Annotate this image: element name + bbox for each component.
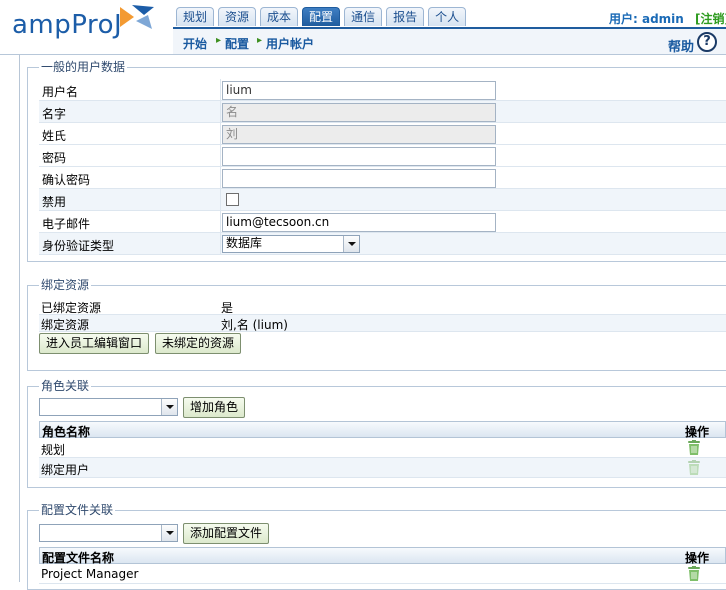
breadcrumb-start[interactable]: 开始 [183,35,207,52]
tab-configuration[interactable]: 配置 [302,7,341,26]
edit-employee-button[interactable]: 进入员工编辑窗口 [39,333,150,354]
tab-personal[interactable]: 个人 [428,7,467,26]
logout-link[interactable]: [注销] [695,10,726,27]
breadcrumb-separator-icon: ▸ [257,35,263,46]
tab-planning[interactable]: 规划 [176,7,215,26]
role-name-cell: 绑定用户 [41,463,90,477]
table-row: 绑定用户 [39,458,726,478]
email-field[interactable]: lium@tecsoon.cn [222,213,496,232]
bound-resource-legend: 绑定资源 [39,278,92,292]
form-row-email: 电子邮件 lium@tecsoon.cn [39,211,726,233]
username-label: 用户名 [42,85,79,99]
last-name-label: 姓氏 [42,129,67,143]
header-divider [0,54,726,55]
unbound-resources-button[interactable]: 未绑定的资源 [155,333,242,354]
add-profile-button[interactable]: 添加配置文件 [183,523,270,544]
profile-name-cell: Project Manager [41,567,139,581]
auth-type-label: 身份验证类型 [42,239,115,253]
profile-table-header: 配置文件名称 操作 [39,547,726,565]
password-input[interactable] [222,147,496,166]
confirm-password-label: 确认密码 [42,173,91,187]
bound-resource-status-label: 已绑定资源 [41,301,102,315]
form-row-confirm-password: 确认密码 [39,167,726,189]
role-name-cell: 规划 [41,443,66,457]
password-label: 密码 [42,151,67,165]
auth-type-select[interactable]: 数据库 [222,235,360,253]
table-row: 规划 [39,438,726,458]
username-input[interactable]: lium [222,81,496,100]
disabled-checkbox[interactable] [226,193,239,206]
first-name-input: 名 [222,103,496,122]
bound-resource-name-value: 刘,名 (lium) [221,318,288,332]
tab-cost[interactable]: 成本 [260,7,299,26]
trash-icon[interactable] [687,440,701,455]
breadcrumb-configuration[interactable]: 配置 [225,35,249,52]
form-row-auth-type: 身份验证类型 数据库 [39,233,726,255]
profile-association-legend: 配置文件关联 [39,503,116,517]
breadcrumb-separator-icon: ▸ [216,35,222,46]
confirm-password-input[interactable] [222,169,496,188]
tab-resources[interactable]: 资源 [218,7,257,26]
form-row-disabled: 禁用 [39,189,726,211]
role-association-legend: 角色关联 [39,379,92,393]
breadcrumb-user-accounts: 用户帐户 [266,37,315,51]
general-user-data-legend: 一般的用户数据 [39,60,128,74]
form-row-username: 用户名 lium [39,79,726,101]
last-name-input: 刘 [222,125,496,144]
chevron-down-icon [161,525,177,541]
user-label: 用户: admin [609,12,684,26]
help-icon[interactable]: ? [697,32,717,52]
role-select[interactable] [39,398,178,416]
profile-select[interactable] [39,524,178,542]
tab-communication[interactable]: 通信 [344,7,383,26]
content-border [19,54,20,582]
chevron-down-icon [161,399,177,415]
form-row-last-name: 姓氏 刘 [39,123,726,145]
main-tabs: 规划 资源 成本 配置 通信 报告 个人 [176,7,470,26]
logo-mark-icon [120,5,154,29]
breadcrumb: 开始 ▸ 配置 ▸ 用户帐户 [173,27,726,54]
app-logo: ampProJ [12,10,123,40]
form-row-password: 密码 [39,145,726,167]
bound-resource-row: 绑定资源 刘,名 (lium) [39,315,726,332]
bound-resource-name-label: 绑定资源 [41,318,90,332]
trash-icon[interactable] [687,566,701,581]
add-role-button[interactable]: 增加角色 [183,397,246,418]
bound-resource-row: 已绑定资源 是 [39,298,726,315]
chevron-down-icon [343,236,359,252]
table-row: Project Manager [39,564,726,584]
help-link[interactable]: 帮助 [668,36,694,55]
bound-resource-status-value: 是 [221,301,234,315]
disabled-label: 禁用 [42,195,67,209]
form-row-first-name: 名字 名 [39,101,726,123]
role-table-header: 角色名称 操作 [39,421,726,439]
email-label: 电子邮件 [42,217,91,231]
first-name-label: 名字 [42,107,67,121]
auth-type-value: 数据库 [226,236,263,250]
tab-reports[interactable]: 报告 [386,7,425,26]
trash-icon [688,460,700,475]
